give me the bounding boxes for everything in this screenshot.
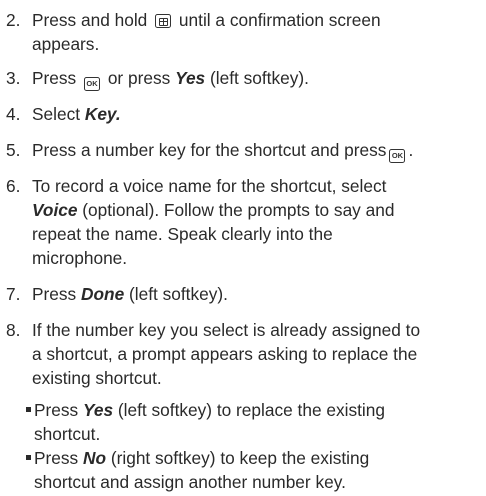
step-text: existing shortcut. — [32, 368, 162, 388]
softkey-label: Yes — [83, 400, 114, 420]
step-text: If the number key you select is already … — [32, 320, 421, 340]
bullet-text: Press — [34, 448, 79, 468]
bullet-icon — [26, 455, 31, 460]
bullet-text: (right softkey) to keep the existing — [110, 448, 370, 468]
step-text: To record a voice name for the shortcut,… — [32, 176, 387, 196]
step-text: Select — [32, 104, 81, 124]
option-label: Voice — [32, 200, 78, 220]
step-number: 5. — [6, 140, 21, 160]
step-text: (optional). Follow the prompts to say an… — [82, 200, 395, 220]
bullet-text: Press — [34, 400, 79, 420]
step-text: Press and hold — [32, 10, 148, 30]
bullet-text: shortcut and assign another number key. — [34, 472, 346, 492]
softkey-label: Yes — [175, 68, 206, 88]
step-number: 7. — [6, 284, 21, 304]
step-text: . — [408, 140, 414, 160]
step-number: 3. — [6, 68, 21, 88]
bullet-icon — [26, 407, 31, 412]
option-label: Key. — [84, 104, 121, 124]
step-number: 2. — [6, 10, 21, 30]
menu-key-icon — [155, 14, 172, 28]
bullet-text: shortcut. — [34, 424, 101, 444]
bullet-text: (left softkey) to replace the existing — [117, 400, 385, 420]
step-number: 6. — [6, 176, 21, 196]
step-text: appears. — [32, 34, 100, 54]
step-text: Press a number key for the shortcut and … — [32, 140, 387, 160]
step-number: 4. — [6, 104, 21, 124]
ok-key-icon: OK — [84, 77, 100, 91]
step-text: a shortcut, a prompt appears asking to r… — [32, 344, 418, 364]
step-number: 8. — [6, 320, 21, 340]
instruction-page: 2. Press and hold until a confirmation s… — [0, 0, 486, 496]
step-text: until a confirmation screen — [178, 10, 381, 30]
step-text: microphone. — [32, 248, 128, 268]
step-text: Press — [32, 68, 77, 88]
ok-key-icon: OK — [389, 149, 406, 163]
softkey-label: Done — [81, 284, 125, 304]
softkey-label: No — [83, 448, 107, 468]
step-text: (left softkey). — [129, 284, 228, 304]
step-text: Press — [32, 284, 77, 304]
step-text: (left softkey). — [209, 68, 309, 88]
step-text: or press — [107, 68, 171, 88]
step-text: repeat the name. Speak clearly into the — [32, 224, 333, 244]
